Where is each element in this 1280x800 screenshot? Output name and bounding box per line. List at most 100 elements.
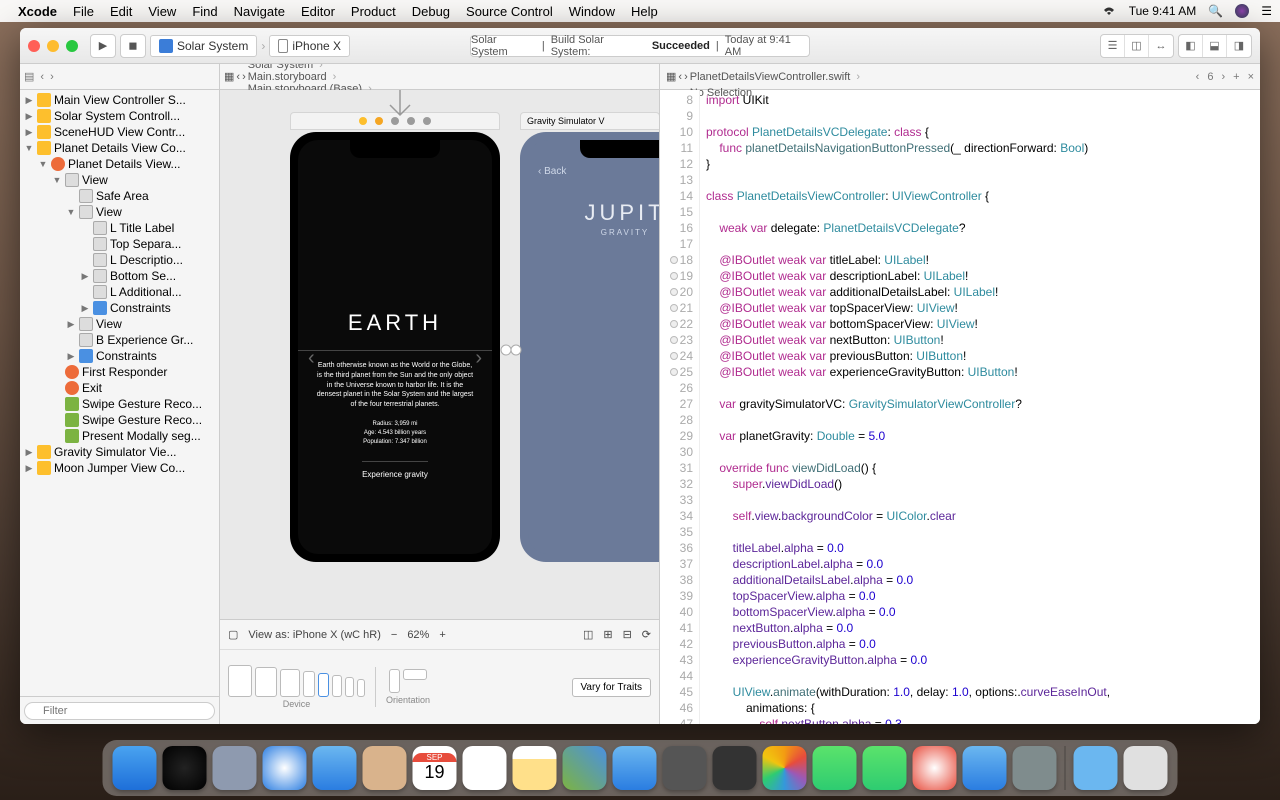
close-button[interactable] xyxy=(28,40,40,52)
jump-fwd-icon[interactable]: › xyxy=(684,69,688,85)
device-iphone-x[interactable] xyxy=(318,673,329,697)
panel-toggle-group[interactable]: ◧⬓◨ xyxy=(1178,34,1252,58)
run-button[interactable]: ▶ xyxy=(90,34,116,58)
outline-item[interactable]: Exit xyxy=(20,380,219,396)
safari-icon[interactable] xyxy=(263,746,307,790)
trash-icon[interactable] xyxy=(1124,746,1168,790)
bottom-panel-icon[interactable]: ⬓ xyxy=(1203,35,1227,57)
outline-item[interactable]: Safe Area xyxy=(20,188,219,204)
zoom-button[interactable] xyxy=(66,40,78,52)
minimize-button[interactable] xyxy=(47,40,59,52)
outline-item[interactable]: First Responder xyxy=(20,364,219,380)
outline-item[interactable]: ▼Planet Details View... xyxy=(20,156,219,172)
standard-editor-icon[interactable]: ☰ xyxy=(1101,35,1125,57)
device-iphone-plus[interactable] xyxy=(303,671,315,697)
outline-item[interactable]: Present Modally seg... xyxy=(20,428,219,444)
vary-for-traits-button[interactable]: Vary for Traits xyxy=(572,678,652,697)
trait-bar[interactable]: ▢ View as: iPhone X (wC hR) − 62% + ◫ ⊞ … xyxy=(220,620,659,650)
jumpbar-segment[interactable]: PlanetDetailsViewController.swift xyxy=(690,69,863,85)
activity-viewer[interactable]: Solar System | Build Solar System: Succe… xyxy=(470,35,810,57)
calendar-icon[interactable]: SEP19 xyxy=(413,746,457,790)
outline-item[interactable]: ▶Solar System Controll... xyxy=(20,108,219,124)
scene-header-2[interactable]: Gravity Simulator V xyxy=(520,112,659,130)
menu-source-control[interactable]: Source Control xyxy=(466,4,553,19)
outline-item[interactable]: ▶SceneHUD View Contr... xyxy=(20,124,219,140)
facetime-icon[interactable] xyxy=(863,746,907,790)
outline-item[interactable]: L Descriptio... xyxy=(20,252,219,268)
outline-item[interactable]: ▼Planet Details View Co... xyxy=(20,140,219,156)
zoom-in-icon[interactable]: + xyxy=(439,629,445,641)
stop-button[interactable]: ◼ xyxy=(120,34,146,58)
device-ipad-large[interactable] xyxy=(228,665,252,697)
counterpart-back-icon[interactable]: ‹ xyxy=(1196,69,1200,85)
notes-icon[interactable] xyxy=(513,746,557,790)
siri-app-icon[interactable] xyxy=(163,746,207,790)
photos-icon[interactable] xyxy=(763,746,807,790)
counterpart-fwd-icon[interactable]: › xyxy=(1221,69,1225,85)
notification-center-icon[interactable]: ☰ xyxy=(1261,4,1272,18)
resolve-icon[interactable]: ⟳ xyxy=(642,628,651,641)
messages-icon[interactable] xyxy=(813,746,857,790)
outline-item[interactable]: ▶Gravity Simulator Vie... xyxy=(20,444,219,460)
code-jumpbar[interactable]: ▦ ‹ › AutomaticPlanetDetailsViewControll… xyxy=(660,64,1260,90)
assistant-editor-icon[interactable]: ◫ xyxy=(1125,35,1149,57)
outline-item[interactable]: ▶View xyxy=(20,316,219,332)
outline-item[interactable]: ▶Moon Jumper View Co... xyxy=(20,460,219,476)
instruments-icon[interactable] xyxy=(713,746,757,790)
clock[interactable]: Tue 9:41 AM xyxy=(1129,4,1197,18)
menu-product[interactable]: Product xyxy=(351,4,396,19)
nav-fwd-icon[interactable]: › xyxy=(50,71,54,83)
menu-window[interactable]: Window xyxy=(569,4,615,19)
document-outline[interactable]: ▶Main View Controller S...▶Solar System … xyxy=(20,90,219,696)
scheme-selector[interactable]: Solar System xyxy=(150,35,257,57)
project-nav-icon[interactable]: ▤ xyxy=(24,70,34,83)
source-editor[interactable]: 8910111213141516171819202122232425262728… xyxy=(660,90,1260,724)
outline-item[interactable]: ▼View xyxy=(20,172,219,188)
xcode-icon[interactable] xyxy=(613,746,657,790)
outline-item[interactable]: ▶Constraints xyxy=(20,300,219,316)
outline-item[interactable]: L Title Label xyxy=(20,220,219,236)
preferences-icon[interactable] xyxy=(1013,746,1057,790)
filter-input[interactable] xyxy=(24,702,215,720)
device-iphone-4s[interactable] xyxy=(357,679,365,697)
ib-canvas[interactable]: ‹ › EARTH Earth otherwise known as the W… xyxy=(220,90,659,619)
align-icon[interactable]: ⊞ xyxy=(603,628,612,641)
jump-back-icon[interactable]: ‹ xyxy=(236,71,240,83)
outline-item[interactable]: Swipe Gesture Reco... xyxy=(20,412,219,428)
outline-item[interactable]: B Experience Gr... xyxy=(20,332,219,348)
finder-icon[interactable] xyxy=(113,746,157,790)
scene-gravity-simulator[interactable]: ‹ Back JUPIT GRAVITY SKVie xyxy=(520,132,659,562)
close-assistant-icon[interactable]: × xyxy=(1248,69,1254,85)
contacts-icon[interactable] xyxy=(363,746,407,790)
launchpad-icon[interactable] xyxy=(213,746,257,790)
related-items-icon[interactable]: ▦ xyxy=(224,70,234,83)
device-ipad-small[interactable] xyxy=(280,669,300,697)
navigator-tabs[interactable]: ▤ ‹ › xyxy=(20,64,219,90)
version-editor-icon[interactable]: ↔ xyxy=(1149,35,1173,57)
app-menu[interactable]: Xcode xyxy=(18,4,57,19)
siri-icon[interactable] xyxy=(1235,4,1249,18)
outline-item[interactable]: ▶Bottom Se... xyxy=(20,268,219,284)
embed-icon[interactable]: ◫ xyxy=(583,628,593,641)
menu-find[interactable]: Find xyxy=(192,4,217,19)
simulator-icon[interactable] xyxy=(663,746,707,790)
add-assistant-icon[interactable]: + xyxy=(1233,69,1239,85)
pin-icon[interactable]: ⊟ xyxy=(623,628,632,641)
menu-help[interactable]: Help xyxy=(631,4,658,19)
menu-editor[interactable]: Editor xyxy=(301,4,335,19)
destination-selector[interactable]: iPhone X xyxy=(269,35,350,57)
device-iphone-se[interactable] xyxy=(345,677,354,697)
outline-item[interactable]: ▶Constraints xyxy=(20,348,219,364)
editor-mode-group[interactable]: ☰◫↔ xyxy=(1100,34,1174,58)
related-items-icon[interactable]: ▦ xyxy=(666,69,676,85)
menu-file[interactable]: File xyxy=(73,4,94,19)
ib-jumpbar[interactable]: ▦ ‹ › Solar SystemSolar SystemMain.story… xyxy=(220,64,659,90)
jump-back-icon[interactable]: ‹ xyxy=(678,69,682,85)
orientation-landscape[interactable] xyxy=(403,669,427,680)
scene-planet-details[interactable]: ‹ › EARTH Earth otherwise known as the W… xyxy=(290,132,500,562)
menu-debug[interactable]: Debug xyxy=(412,4,450,19)
downloads-icon[interactable] xyxy=(1074,746,1118,790)
dock[interactable]: SEP19 xyxy=(103,740,1178,796)
appstore-icon[interactable] xyxy=(963,746,1007,790)
zoom-level[interactable]: 62% xyxy=(407,629,429,641)
